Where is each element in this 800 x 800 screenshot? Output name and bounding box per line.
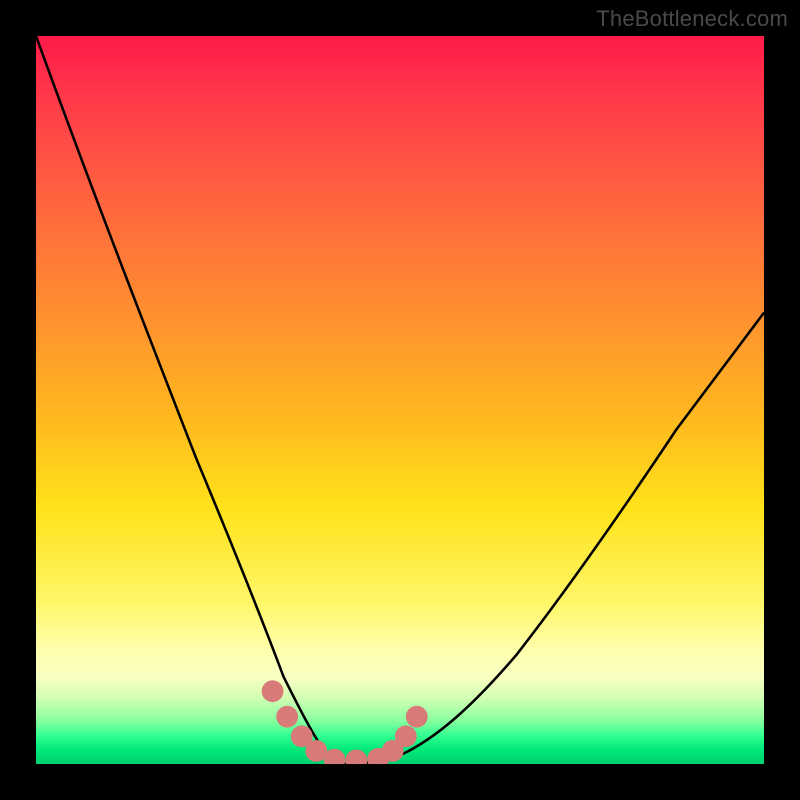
left-curve: [36, 36, 342, 764]
right-curve: [342, 313, 764, 764]
watermark-text: TheBottleneck.com: [596, 6, 788, 32]
marker-band: [262, 680, 428, 764]
plot-area: [36, 36, 764, 764]
curve-overlay: [36, 36, 764, 764]
chart-frame: TheBottleneck.com: [0, 0, 800, 800]
